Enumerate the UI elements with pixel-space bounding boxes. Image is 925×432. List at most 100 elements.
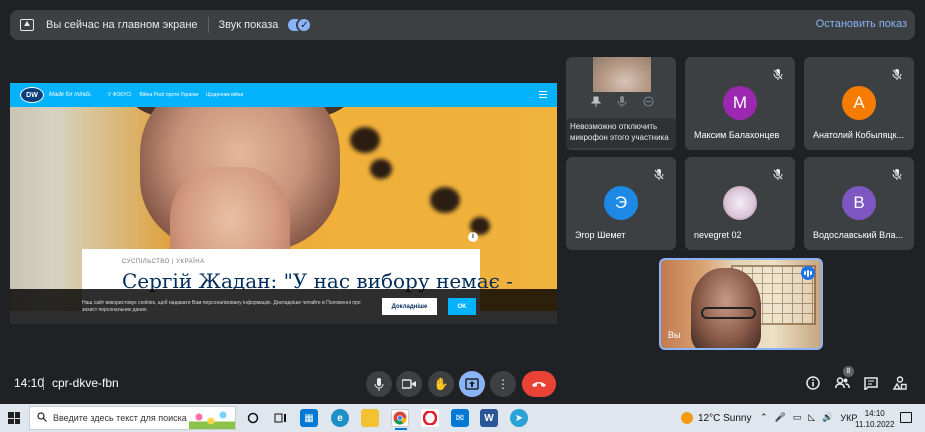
activities-button[interactable]: [891, 374, 909, 392]
mic-off-icon: [892, 167, 902, 180]
present-now-button[interactable]: [459, 371, 485, 397]
participant-tile[interactable]: Невозможно отключить микрофон этого учас…: [566, 57, 676, 150]
article-category: СУСПІЛЬСТВО | УКРАЇНА: [122, 259, 205, 265]
pin-icon[interactable]: [590, 95, 602, 107]
clock-time: 14:10: [864, 409, 885, 418]
opera-icon[interactable]: [421, 409, 439, 427]
participant-name: Эгор Шемет: [575, 230, 626, 240]
menu-icon: [539, 91, 547, 98]
windows-taskbar: Введите здесь текст для поиска ▦ e ✉ W ➤…: [0, 404, 925, 432]
info-icon: [806, 376, 820, 390]
mute-tooltip: Невозможно отключить микрофон этого учас…: [566, 118, 676, 148]
telegram-icon[interactable]: ➤: [510, 409, 528, 427]
presenting-banner: Вы сейчас на главном экране Звук показа …: [10, 10, 915, 40]
mic-off-icon: [892, 67, 902, 80]
self-name: Вы: [668, 330, 681, 340]
meet-mic-icon[interactable]: 🎤: [775, 412, 786, 423]
taskbar-search-box[interactable]: Введите здесь текст для поиска: [29, 406, 236, 430]
presentation-sound-label: Звук показа: [218, 19, 279, 31]
word-icon[interactable]: W: [480, 409, 498, 427]
people-icon: [834, 377, 850, 389]
meeting-controls-bar: 14:10 cpr-dkve-fbn ✋ ⋮ 8: [0, 366, 925, 402]
avatar-initial: Э: [614, 193, 628, 212]
search-placeholder: Введите здесь текст для поиска: [53, 413, 187, 423]
participant-name: nevegret 02: [694, 230, 742, 240]
participant-tile[interactable]: Э Эгор Шемет: [566, 157, 676, 250]
cookie-ok-button: OK: [448, 298, 476, 315]
task-view-icon[interactable]: [271, 409, 289, 427]
photo-stain: [430, 187, 460, 213]
participant-video: [593, 57, 651, 92]
meeting-time: 14:10: [14, 376, 45, 390]
shared-screen: DW Made for minds. У ФОКУСІ Війна Росії …: [10, 83, 557, 324]
mic-off-icon: [773, 67, 783, 80]
system-tray: ⌃ 🎤 ▭ ◺ 🔊 УКР: [760, 412, 857, 423]
avatar: В: [842, 186, 876, 220]
microphone-icon[interactable]: [616, 95, 628, 107]
raise-hand-button[interactable]: ✋: [428, 371, 454, 397]
photo-stain: [370, 159, 392, 179]
meeting-code: cpr-dkve-fbn: [52, 376, 119, 390]
sun-icon: [681, 412, 693, 424]
presentation-sound-toggle[interactable]: ✓: [288, 17, 313, 33]
mail-icon[interactable]: ✉: [451, 409, 469, 427]
avatar: А: [842, 86, 876, 120]
meeting-divider: [43, 377, 44, 390]
avatar: Э: [604, 186, 638, 220]
windows-start-button[interactable]: [8, 412, 20, 424]
present-screen-icon: [20, 19, 34, 31]
participant-tile[interactable]: М Максим Балахонцев: [685, 57, 795, 150]
participant-count-badge: 8: [843, 366, 854, 377]
weather-widget[interactable]: 12°C Sunny: [681, 412, 751, 424]
search-highlight-image: [189, 407, 235, 429]
chrome-icon[interactable]: [391, 409, 409, 430]
dw-nav-item: Щоденник війни: [206, 92, 244, 98]
more-options-button[interactable]: ⋮: [490, 371, 516, 397]
dw-nav: У ФОКУСІ Війна Росії проти України Щоден…: [108, 92, 243, 98]
weather-text: 12°C Sunny: [698, 412, 752, 424]
avatar-initial: В: [853, 193, 865, 212]
meeting-details-button[interactable]: [804, 374, 822, 392]
chat-button[interactable]: [862, 374, 880, 392]
volume-icon[interactable]: 🔊: [822, 412, 833, 423]
edge-icon[interactable]: e: [331, 409, 349, 427]
cortana-icon[interactable]: [244, 409, 262, 427]
avatar-initial: А: [853, 93, 865, 112]
self-view-tile[interactable]: Вы: [659, 258, 823, 350]
stop-presenting-button[interactable]: Остановить показ: [816, 18, 907, 30]
avatar: [723, 186, 757, 220]
remove-icon[interactable]: [642, 95, 654, 107]
cookie-more-button: Докладніше: [382, 298, 437, 315]
notifications-icon[interactable]: [900, 412, 912, 423]
avatar-initial: М: [732, 93, 748, 112]
dw-nav-item: У ФОКУСІ: [108, 92, 132, 98]
participant-name: Анатолий Кобыляцк...: [813, 130, 905, 140]
battery-icon[interactable]: ▭: [793, 412, 802, 423]
leave-call-button[interactable]: [522, 371, 556, 397]
banner-divider: [207, 17, 209, 33]
hang-up-icon: [532, 382, 546, 387]
taskbar-clock[interactable]: 14:10 11.10.2022: [855, 408, 894, 430]
hand-icon: ✋: [433, 377, 449, 391]
dw-nav-item: Війна Росії проти України: [139, 92, 199, 98]
network-icon[interactable]: ◺: [808, 412, 815, 423]
store-icon[interactable]: ▦: [300, 409, 318, 427]
chevron-up-icon[interactable]: ⌃: [760, 412, 768, 423]
microphone-button[interactable]: [366, 371, 392, 397]
avatar: М: [723, 86, 757, 120]
glasses: [701, 307, 756, 319]
participant-tile[interactable]: nevegret 02: [685, 157, 795, 250]
photo-stain: [350, 127, 380, 153]
presenting-status-text: Вы сейчас на главном экране: [46, 19, 198, 31]
present-screen-icon: [465, 378, 479, 390]
dw-site-header: DW Made for minds. У ФОКУСІ Війна Росії …: [10, 83, 557, 107]
chat-icon: [864, 376, 878, 390]
camera-button[interactable]: [396, 371, 422, 397]
participant-name: Максим Балахонцев: [694, 130, 780, 140]
file-explorer-icon[interactable]: [361, 409, 379, 427]
more-vert-icon: ⋮: [497, 377, 509, 391]
participant-tile[interactable]: В Водославський Вла...: [804, 157, 914, 250]
shapes-icon: [893, 376, 907, 390]
camera-icon: [402, 379, 416, 389]
participant-tile[interactable]: А Анатолий Кобыляцк...: [804, 57, 914, 150]
